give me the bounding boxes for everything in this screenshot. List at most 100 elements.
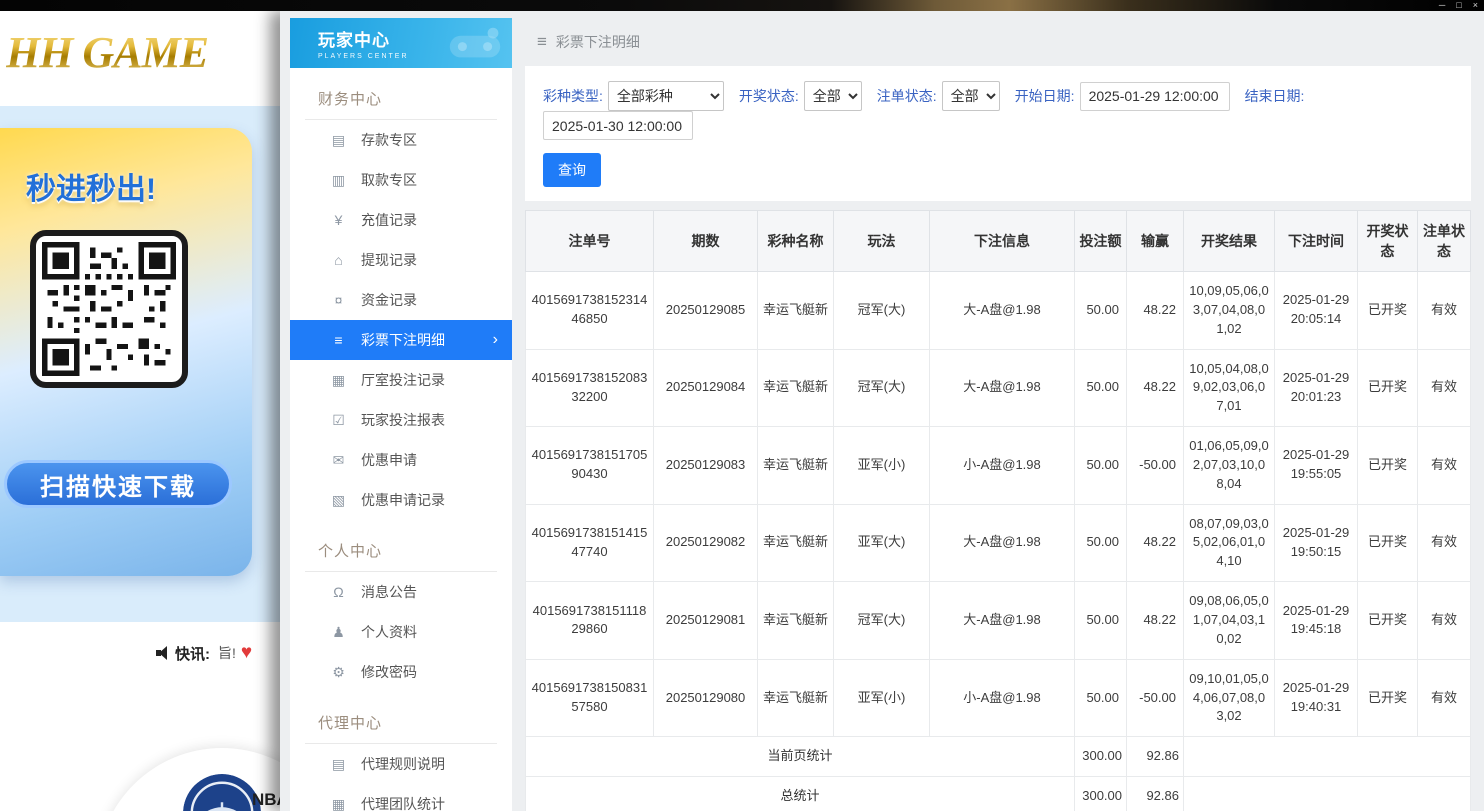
- cell-draw-status: 已开奖: [1358, 582, 1418, 660]
- cell-draw-result: 08,07,09,03,05,02,06,01,04,10: [1184, 504, 1275, 582]
- banknote-icon: ▥: [330, 172, 347, 189]
- ticker-text: 旨!: [218, 643, 236, 663]
- heart-icon: ♥: [241, 642, 252, 664]
- cell-bet-info: 小-A盘@1.98: [930, 427, 1075, 505]
- sidebar-item-label: 修改密码: [361, 662, 417, 682]
- bet-status-select[interactable]: 全部: [942, 81, 1000, 111]
- chevron-right-icon: ›: [493, 331, 498, 349]
- cell-period: 20250129080: [654, 659, 758, 737]
- summary-bet-total: 300.00: [1075, 737, 1127, 777]
- site-logo: HH GAME: [6, 27, 208, 78]
- sidebar-item-agent-rules[interactable]: ▤代理规则说明: [290, 744, 512, 784]
- cell-bet-amount: 50.00: [1075, 272, 1127, 350]
- sidebar-item-label: 存款专区: [361, 130, 417, 150]
- end-date-label: 结束日期:: [1245, 86, 1305, 106]
- cell-draw-status: 已开奖: [1358, 427, 1418, 505]
- cell-bet-info: 大-A盘@1.98: [930, 504, 1075, 582]
- cell-win-loss: 48.22: [1127, 349, 1184, 427]
- summary-bet-total: 300.00: [1075, 777, 1127, 811]
- gamepad-icon: [448, 26, 502, 60]
- download-button[interactable]: 扫描快速下载: [4, 460, 232, 508]
- cell-play-type: 亚军(大): [834, 504, 930, 582]
- window-close-icon[interactable]: ×: [1473, 0, 1478, 11]
- menu-toggle-icon[interactable]: ≡: [537, 32, 547, 52]
- sidebar-item-profile[interactable]: ♟个人资料: [290, 612, 512, 652]
- table-header-row: 注单号期数彩种名称玩法下注信息投注额输赢开奖结果下注时间开奖状态注单状态: [526, 211, 1471, 272]
- deposit-card-icon: ▤: [330, 132, 347, 149]
- sidebar-item-agent-team-stats[interactable]: ▦代理团队统计: [290, 784, 512, 811]
- bet-status-label: 注单状态:: [877, 86, 937, 106]
- screen: ─ □ × HH GAME 秒进秒出!: [0, 0, 1484, 811]
- recharge-icon: ¥: [330, 212, 347, 228]
- sidebar-header: 玩家中心 PLAYERS CENTER: [290, 18, 512, 68]
- page-title: 彩票下注明细: [556, 32, 640, 52]
- sidebar-item-promo-apply[interactable]: ✉ 优惠申请: [290, 440, 512, 480]
- sidebar: 玩家中心 PLAYERS CENTER 财务中心▤存款专区▥取款专区¥充值记录⌂…: [290, 18, 512, 811]
- sidebar-item-lottery-bet-details[interactable]: ≡彩票下注明细›: [290, 320, 512, 360]
- column-header-lottery-name: 彩种名称: [758, 211, 834, 272]
- cell-bet-amount: 50.00: [1075, 349, 1127, 427]
- start-date-input[interactable]: [1080, 82, 1230, 111]
- table-row: 40156917381517059043020250129083幸运飞艇新亚军(…: [526, 427, 1471, 505]
- sidebar-item-withdraw-records[interactable]: ⌂提现记录: [290, 240, 512, 280]
- cell-draw-status: 已开奖: [1358, 349, 1418, 427]
- summary-row-total: 总统计300.0092.86: [526, 777, 1471, 811]
- sidebar-item-messages[interactable]: Ω消息公告: [290, 572, 512, 612]
- table-row: 40156917381511182986020250129081幸运飞艇新冠军(…: [526, 582, 1471, 660]
- window-maximize-icon[interactable]: □: [1456, 0, 1461, 11]
- cell-lottery-name: 幸运飞艇新: [758, 504, 834, 582]
- cell-bet-id: 401569173815141547740: [526, 504, 654, 582]
- sidebar-item-label: 厅室投注记录: [361, 370, 445, 390]
- speaker-icon: [156, 646, 169, 660]
- window-minimize-icon[interactable]: ─: [1439, 0, 1445, 11]
- sidebar-item-label: 个人资料: [361, 622, 417, 642]
- draw-status-select[interactable]: 全部: [804, 81, 862, 111]
- table-row: 40156917381523144685020250129085幸运飞艇新冠军(…: [526, 272, 1471, 350]
- sidebar-item-promo-apply-records[interactable]: ▧优惠申请记录: [290, 480, 512, 520]
- sidebar-item-fund-records[interactable]: ¤资金记录: [290, 280, 512, 320]
- sidebar-item-deposit[interactable]: ▤ 存款专区: [290, 120, 512, 160]
- summary-label: 当前页统计: [526, 737, 1075, 777]
- sidebar-item-withdraw[interactable]: ▥取款专区: [290, 160, 512, 200]
- cell-bet-status: 有效: [1418, 272, 1471, 350]
- start-date-label: 开始日期:: [1015, 86, 1075, 106]
- cell-period: 20250129083: [654, 427, 758, 505]
- sidebar-item-player-bet-report[interactable]: ☑玩家投注报表: [290, 400, 512, 440]
- filter-panel: 彩种类型: 全部彩种 开奖状态: 全部 注单状态: 全部 开始日期: 结束日期:: [525, 66, 1471, 201]
- cell-draw-result: 09,10,01,05,04,06,07,08,03,02: [1184, 659, 1275, 737]
- cell-bet-id: 401569173815231446850: [526, 272, 654, 350]
- cell-win-loss: 48.22: [1127, 272, 1184, 350]
- sidebar-item-recharge-records[interactable]: ¥充值记录: [290, 200, 512, 240]
- window-controls: ─ □ ×: [1439, 0, 1478, 11]
- cell-lottery-name: 幸运飞艇新: [758, 659, 834, 737]
- cell-win-loss: -50.00: [1127, 659, 1184, 737]
- cell-bet-amount: 50.00: [1075, 659, 1127, 737]
- cell-draw-result: 10,05,04,08,09,02,03,06,07,01: [1184, 349, 1275, 427]
- end-date-input[interactable]: [543, 111, 693, 140]
- summary-winloss-total: 92.86: [1127, 777, 1184, 811]
- promo-card: 秒进秒出!: [0, 128, 252, 576]
- sidebar-item-change-password[interactable]: ⚙ 修改密码: [290, 652, 512, 692]
- summary-label: 总统计: [526, 777, 1075, 811]
- cell-play-type: 冠军(大): [834, 272, 930, 350]
- report-icon: ☑: [330, 412, 347, 429]
- partner-name: NBA: [252, 790, 280, 810]
- cell-lottery-name: 幸运飞艇新: [758, 272, 834, 350]
- cell-bet-time: 2025-01-29 20:01:23: [1275, 349, 1358, 427]
- promo-area: 秒进秒出!: [0, 106, 280, 622]
- lottery-type-select[interactable]: 全部彩种: [608, 81, 724, 111]
- sidebar-item-hall-bet-records[interactable]: ▦ 厅室投注记录: [290, 360, 512, 400]
- background-page: HH GAME 秒进秒出!: [0, 11, 280, 811]
- sidebar-item-label: 优惠申请: [361, 450, 417, 470]
- cell-win-loss: 48.22: [1127, 504, 1184, 582]
- hall-records-icon: ▦: [330, 372, 347, 389]
- funds-icon: ¤: [330, 292, 347, 308]
- promo-ticket-icon: ✉: [330, 452, 347, 469]
- cell-bet-time: 2025-01-29 19:50:15: [1275, 504, 1358, 582]
- sidebar-item-label: 优惠申请记录: [361, 490, 445, 510]
- cell-lottery-name: 幸运飞艇新: [758, 582, 834, 660]
- main-content: ≡ 彩票下注明细 彩种类型: 全部彩种 开奖状态: 全部 注单状态: 全部: [512, 18, 1484, 811]
- gear-icon: ⚙: [330, 664, 347, 681]
- column-header-bet-time: 下注时间: [1275, 211, 1358, 272]
- query-button[interactable]: 查询: [543, 153, 601, 187]
